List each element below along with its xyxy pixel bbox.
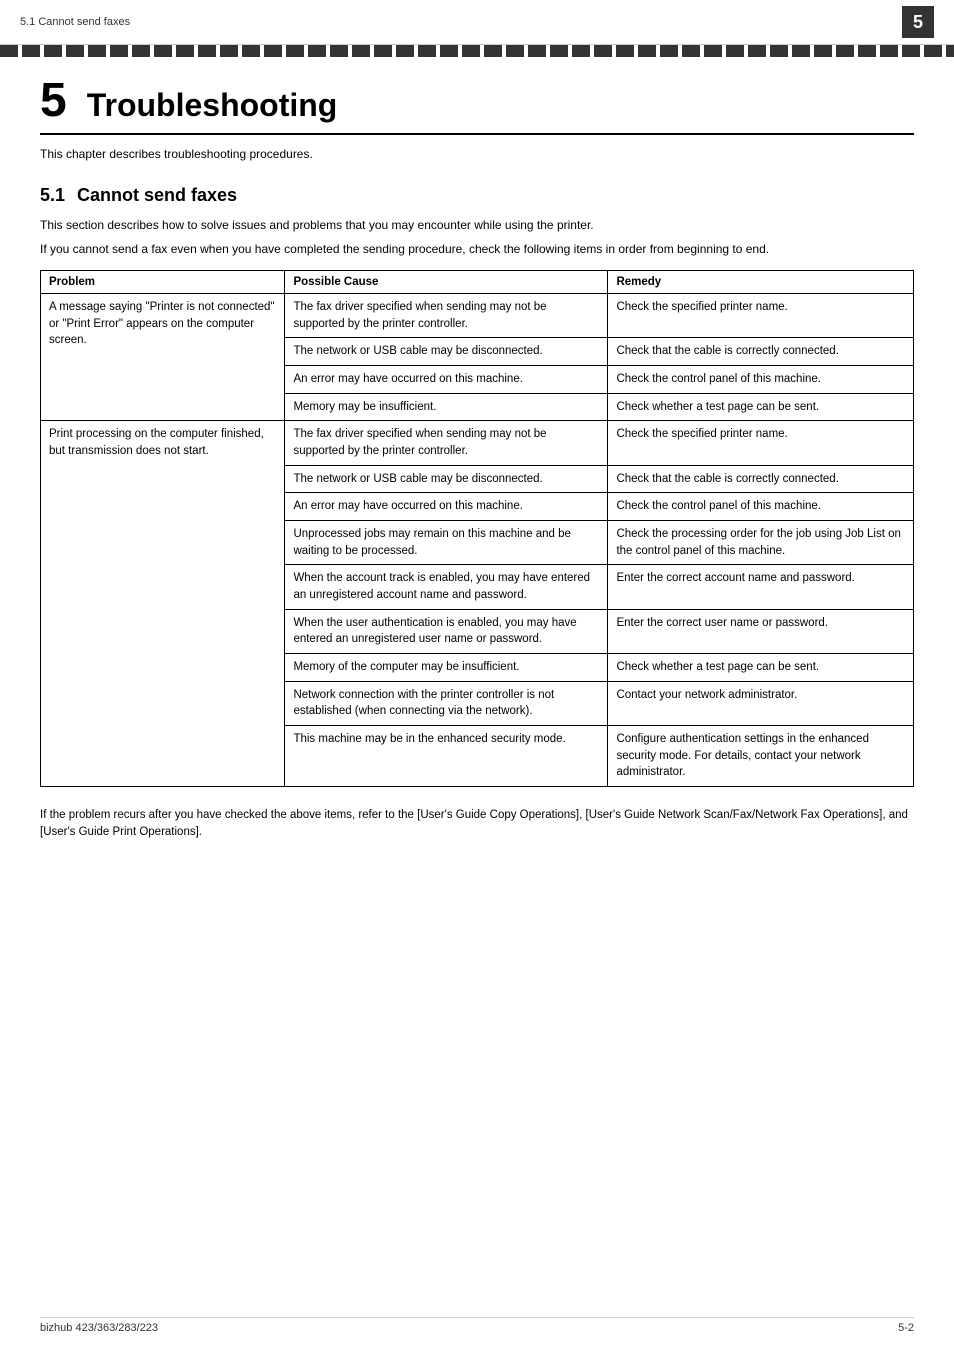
cell-remedy: Contact your network administrator. [608, 681, 914, 725]
col-header-problem: Problem [41, 271, 285, 294]
chapter-badge: 5 [902, 6, 934, 38]
table-row: Print processing on the computer finishe… [41, 421, 914, 465]
col-header-remedy: Remedy [608, 271, 914, 294]
cell-cause: When the user authentication is enabled,… [285, 609, 608, 653]
cell-remedy: Check the control panel of this machine. [608, 366, 914, 394]
section-heading: 5.1 Cannot send faxes [40, 185, 914, 206]
cell-cause: When the account track is enabled, you m… [285, 565, 608, 609]
cell-remedy: Check the specified printer name. [608, 294, 914, 338]
main-content: 5 Troubleshooting This chapter describes… [0, 57, 954, 882]
cell-cause: Network connection with the printer cont… [285, 681, 608, 725]
cell-cause: The fax driver specified when sending ma… [285, 421, 608, 465]
cell-problem: A message saying "Printer is not connect… [41, 294, 285, 421]
cell-cause: An error may have occurred on this machi… [285, 493, 608, 521]
cell-cause: The network or USB cable may be disconne… [285, 338, 608, 366]
troubleshooting-table: Problem Possible Cause Remedy A message … [40, 270, 914, 787]
section-intro-2: If you cannot send a fax even when you h… [40, 240, 914, 258]
cell-cause: Memory of the computer may be insufficie… [285, 654, 608, 682]
footer-note: If the problem recurs after you have che… [40, 807, 914, 842]
cell-problem: Print processing on the computer finishe… [41, 421, 285, 787]
cell-cause: Unprocessed jobs may remain on this mach… [285, 521, 608, 565]
chapter-intro: This chapter describes troubleshooting p… [40, 147, 914, 161]
footer-page-number: 5-2 [898, 1322, 914, 1334]
cell-remedy: Configure authentication settings in the… [608, 726, 914, 787]
chapter-title-row: 5 Troubleshooting [40, 77, 914, 135]
cell-remedy: Check the control panel of this machine. [608, 493, 914, 521]
cell-remedy: Enter the correct user name or password. [608, 609, 914, 653]
cell-cause: This machine may be in the enhanced secu… [285, 726, 608, 787]
page-footer: bizhub 423/363/283/223 5-2 [40, 1317, 914, 1334]
cell-remedy: Check whether a test page can be sent. [608, 654, 914, 682]
col-header-cause: Possible Cause [285, 271, 608, 294]
cell-remedy: Check the processing order for the job u… [608, 521, 914, 565]
cell-remedy: Check that the cable is correctly connec… [608, 465, 914, 493]
footer-product: bizhub 423/363/283/223 [40, 1322, 158, 1334]
page-header: 5.1 Cannot send faxes 5 [0, 0, 954, 45]
table-row: A message saying "Printer is not connect… [41, 294, 914, 338]
cell-remedy: Check the specified printer name. [608, 421, 914, 465]
cell-remedy: Enter the correct account name and passw… [608, 565, 914, 609]
header-section-title: 5.1 Cannot send faxes [20, 16, 130, 28]
cell-cause: The fax driver specified when sending ma… [285, 294, 608, 338]
table-header-row: Problem Possible Cause Remedy [41, 271, 914, 294]
cell-cause: Memory may be insufficient. [285, 393, 608, 421]
cell-remedy: Check whether a test page can be sent. [608, 393, 914, 421]
cell-cause: The network or USB cable may be disconne… [285, 465, 608, 493]
stripe-decoration [0, 45, 954, 57]
section-number: 5.1 [40, 185, 65, 206]
section-title: Cannot send faxes [77, 185, 237, 206]
section-intro-1: This section describes how to solve issu… [40, 216, 914, 234]
cell-remedy: Check that the cable is correctly connec… [608, 338, 914, 366]
chapter-number: 5 [40, 77, 67, 125]
cell-cause: An error may have occurred on this machi… [285, 366, 608, 394]
chapter-title: Troubleshooting [87, 87, 338, 124]
